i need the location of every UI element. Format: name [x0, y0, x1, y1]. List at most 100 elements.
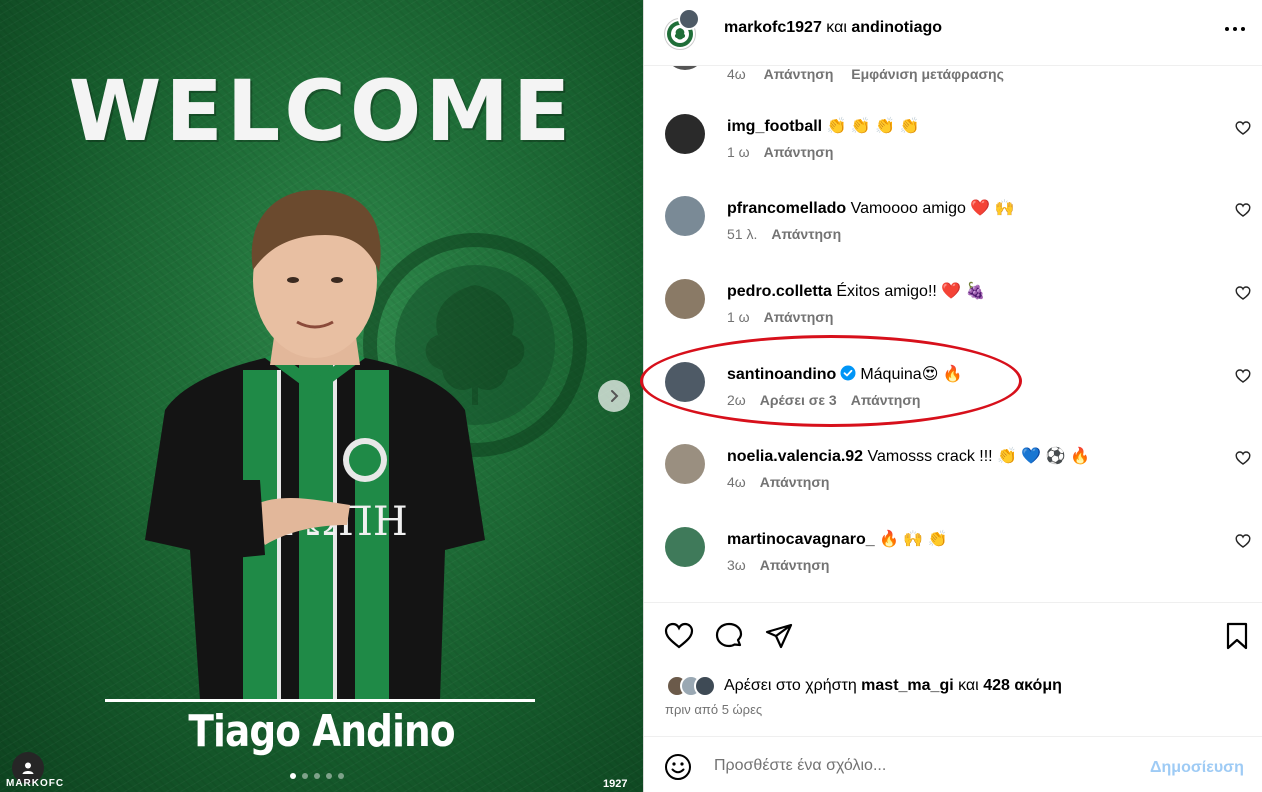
likes-others-link[interactable]: 428 ακόμη — [983, 677, 1062, 694]
comment-composer: Δημοσίευση — [644, 736, 1262, 792]
like-heart-icon[interactable] — [664, 621, 694, 651]
comment-like-heart-icon[interactable] — [1235, 202, 1251, 218]
comment-time: 4ω — [727, 66, 746, 82]
comment-icon[interactable] — [714, 621, 744, 651]
comment-text: Máquina😍 🔥 — [860, 366, 963, 383]
comment-like-heart-icon[interactable] — [1235, 120, 1251, 136]
chevron-right-icon — [611, 390, 619, 402]
comment-time: 4ω — [727, 474, 746, 490]
comment-meta: 2ω Αρέσει σε 3 Απάντηση — [727, 392, 920, 408]
comment-text: Éxitos amigo!! ❤️ 🍇 — [836, 283, 986, 300]
share-icon[interactable] — [764, 621, 794, 651]
avatar[interactable] — [665, 444, 705, 484]
carousel-dot — [338, 773, 344, 779]
comment-text: Vamoooo amigo ❤️ 🙌 — [850, 200, 1015, 217]
comment-meta: 4ω Απάντηση — [727, 474, 829, 490]
likes-summary[interactable]: Αρέσει στο χρήστη mast_ma_gi και 428 ακό… — [666, 673, 1062, 699]
comment-item: martinocavagnaro_ 🔥 🙌 👏 3ω Απάντηση — [644, 527, 1262, 602]
player-name-caption: Tiago Andino — [188, 706, 455, 757]
comment-body: pedro.colletta Éxitos amigo!! ❤️ 🍇 — [727, 281, 986, 301]
comment-body: noelia.valencia.92 Vamosss crack !!! 👏 💙… — [727, 446, 1090, 466]
comment-item: noelia.valencia.92 Vamosss crack !!! 👏 💙… — [644, 444, 1262, 526]
reply-button[interactable]: Απάντηση — [764, 309, 834, 325]
liker-avatar — [694, 675, 716, 697]
comment-username[interactable]: pedro.colletta — [727, 283, 832, 300]
reply-button[interactable]: Απάντηση — [764, 66, 834, 82]
reply-button[interactable]: Απάντηση — [771, 226, 841, 242]
post-media[interactable]: WELCOME ΕΥΡΩΠΗ Tiago — [0, 0, 643, 792]
comment-username[interactable]: img_football — [727, 118, 822, 135]
more-options-icon[interactable] — [1222, 18, 1248, 40]
likes-text: Αρέσει στο χρήστη mast_ma_gi και 428 ακό… — [724, 677, 1062, 695]
comment-body: img_football 👏 👏 👏 👏 — [727, 116, 920, 136]
comment-time: 2ω — [727, 392, 746, 408]
comment-body: santinoandino Máquina😍 🔥 — [727, 364, 963, 384]
comment-like-heart-icon[interactable] — [1235, 450, 1251, 466]
collaborator-avatar[interactable] — [678, 8, 700, 30]
comment-time: 1 ω — [727, 309, 750, 325]
name-underline — [105, 699, 535, 702]
carousel-indicator — [290, 773, 344, 779]
verified-badge-icon — [840, 365, 856, 381]
comment-username[interactable]: santinoandino — [727, 366, 836, 383]
avatar[interactable] — [665, 362, 705, 402]
reply-button[interactable]: Απάντηση — [764, 144, 834, 160]
avatar[interactable] — [665, 114, 705, 154]
comment-item: img_football 👏 👏 👏 👏 1 ω Απάντηση — [644, 114, 1262, 196]
post-side-panel: markofc1927 και andinotiago 4ω Απάντηση … — [643, 0, 1262, 792]
comment-like-heart-icon[interactable] — [1235, 533, 1251, 549]
comment-input[interactable] — [714, 751, 1134, 781]
see-translation-button[interactable]: Εμφάνιση μετάφρασης — [851, 66, 1004, 82]
likes-conjunction: και — [958, 677, 979, 694]
comment-text: Vamosss crack !!! 👏 💙 ⚽ 🔥 — [867, 448, 1091, 465]
carousel-dot — [314, 773, 320, 779]
comment-username[interactable]: martinocavagnaro_ — [727, 531, 875, 548]
welcome-headline: WELCOME — [68, 62, 575, 160]
comment-body: pfrancomellado Vamoooo amigo ❤️ 🙌 — [727, 198, 1015, 218]
emoji-icon[interactable] — [664, 753, 692, 781]
comment-meta: 1 ω Απάντηση — [727, 144, 833, 160]
comment-like-heart-icon[interactable] — [1235, 368, 1251, 384]
carousel-dot — [302, 773, 308, 779]
carousel-dot — [326, 773, 332, 779]
carousel-dot — [290, 773, 296, 779]
comment-username[interactable]: noelia.valencia.92 — [727, 448, 863, 465]
user-icon — [22, 762, 34, 774]
post-authors: markofc1927 και andinotiago — [724, 19, 942, 37]
comment-text: 👏 👏 👏 👏 — [826, 118, 920, 135]
save-bookmark-icon[interactable] — [1222, 621, 1252, 651]
comment-time: 1 ω — [727, 144, 750, 160]
comments-list[interactable]: 4ω Απάντηση Εμφάνιση μετάφρασης img_foot… — [644, 66, 1262, 602]
likes-prefix: Αρέσει στο χρήστη — [724, 677, 857, 694]
comment-text: 🔥 🙌 👏 — [879, 531, 948, 548]
comment-meta-partial: 4ω Απάντηση Εμφάνιση μετάφρασης — [727, 66, 1004, 82]
avatar[interactable] — [665, 66, 705, 70]
collaborator-username[interactable]: andinotiago — [851, 19, 942, 36]
reply-button[interactable]: Απάντηση — [760, 557, 830, 573]
owner-username[interactable]: markofc1927 — [724, 19, 822, 36]
comment-meta: 1 ω Απάντηση — [727, 309, 833, 325]
authors-conjunction: και — [826, 19, 847, 36]
comment-item: santinoandino Máquina😍 🔥 2ω Αρέσει σε 3 Απάν… — [644, 362, 1262, 444]
liker-username[interactable]: mast_ma_gi — [861, 677, 954, 694]
comment-body: martinocavagnaro_ 🔥 🙌 👏 — [727, 529, 948, 549]
comment-username[interactable]: pfrancomellado — [727, 200, 846, 217]
avatar[interactable] — [665, 279, 705, 319]
post-comment-button[interactable]: Δημοσίευση — [1150, 759, 1244, 777]
reply-button[interactable]: Απάντηση — [760, 474, 830, 490]
year-watermark: 1927 — [603, 778, 628, 790]
brand-watermark: MARKOFC — [6, 778, 65, 789]
comment-item: pfrancomellado Vamoooo amigo ❤️ 🙌 51 λ. Απ… — [644, 196, 1262, 278]
post-timestamp: πριν από 5 ώρες — [665, 702, 763, 717]
avatar[interactable] — [665, 527, 705, 567]
comment-like-heart-icon[interactable] — [1235, 285, 1251, 301]
avatar[interactable] — [665, 196, 705, 236]
post-header: markofc1927 και andinotiago — [644, 0, 1262, 66]
post-actions: Αρέσει στο χρήστη mast_ma_gi και 428 ακό… — [644, 602, 1262, 736]
comment-meta: 3ω Απάντηση — [727, 557, 829, 573]
comment-likes-count[interactable]: Αρέσει σε 3 — [760, 392, 837, 408]
carousel-next-button[interactable] — [598, 380, 630, 412]
reply-button[interactable]: Απάντηση — [851, 392, 921, 408]
comment-time: 51 λ. — [727, 226, 758, 242]
comment-item: pedro.colletta Éxitos amigo!! ❤️ 🍇 1 ω Απά… — [644, 279, 1262, 361]
